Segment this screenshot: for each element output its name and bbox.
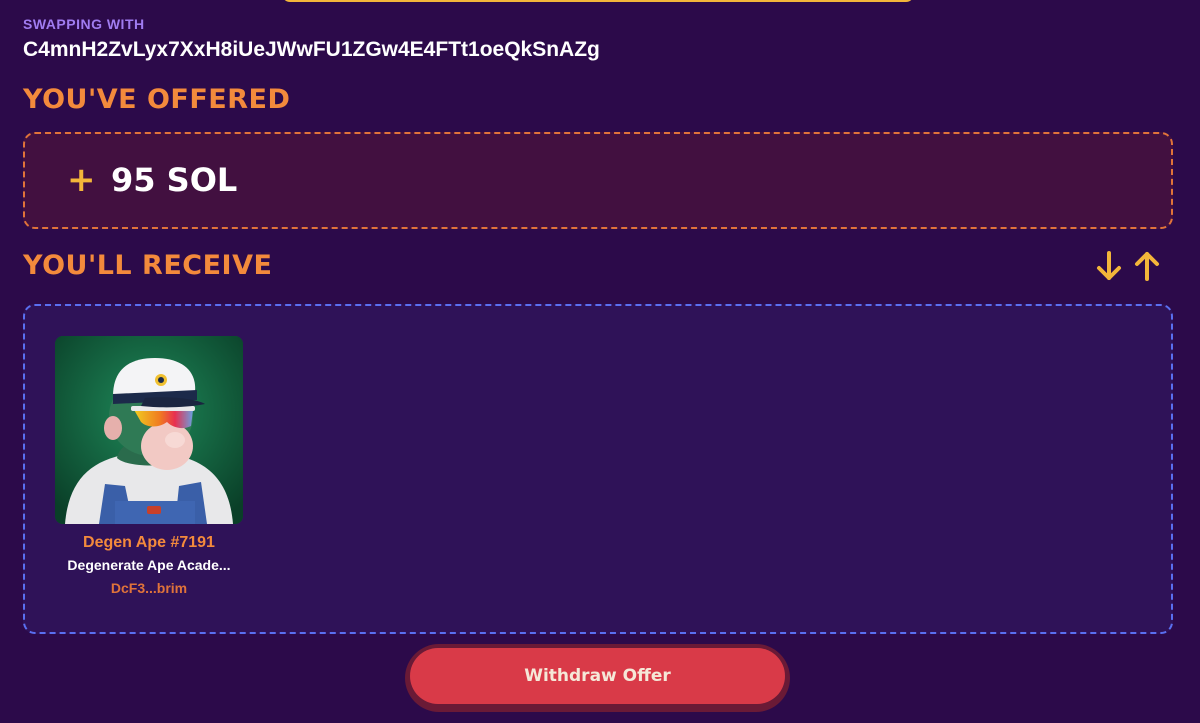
offered-section-title: YOU'VE OFFERED bbox=[23, 84, 291, 115]
nft-name: Degen Ape #7191 bbox=[83, 534, 215, 551]
nft-image-degen-ape bbox=[55, 336, 243, 524]
sort-controls bbox=[1094, 248, 1164, 284]
receive-section-title: YOU'LL RECEIVE bbox=[23, 250, 273, 281]
nft-collection-name: Degenerate Ape Acade... bbox=[67, 557, 231, 573]
withdraw-offer-button[interactable]: Withdraw Offer bbox=[410, 648, 785, 704]
plus-icon: + bbox=[67, 160, 96, 200]
top-accent-bar bbox=[282, 0, 914, 2]
arrow-down-icon[interactable] bbox=[1094, 249, 1124, 283]
withdraw-button-frame: Withdraw Offer bbox=[405, 644, 790, 712]
nft-card[interactable]: Degen Ape #7191 Degenerate Ape Acade... … bbox=[55, 336, 243, 596]
swapping-with-label: SWAPPING WITH bbox=[23, 16, 145, 32]
arrow-up-icon[interactable] bbox=[1132, 249, 1162, 283]
offered-sol-amount: 95 SOL bbox=[111, 161, 238, 199]
receive-items-panel: Degen Ape #7191 Degenerate Ape Acade... … bbox=[23, 304, 1173, 634]
counterparty-wallet-address: C4mnH2ZvLyx7XxH8iUeJWwFU1ZGw4E4FTt1oeQkS… bbox=[23, 38, 600, 61]
offered-items-panel: + 95 SOL bbox=[23, 132, 1173, 229]
nft-owner-address[interactable]: DcF3...brim bbox=[55, 580, 243, 596]
